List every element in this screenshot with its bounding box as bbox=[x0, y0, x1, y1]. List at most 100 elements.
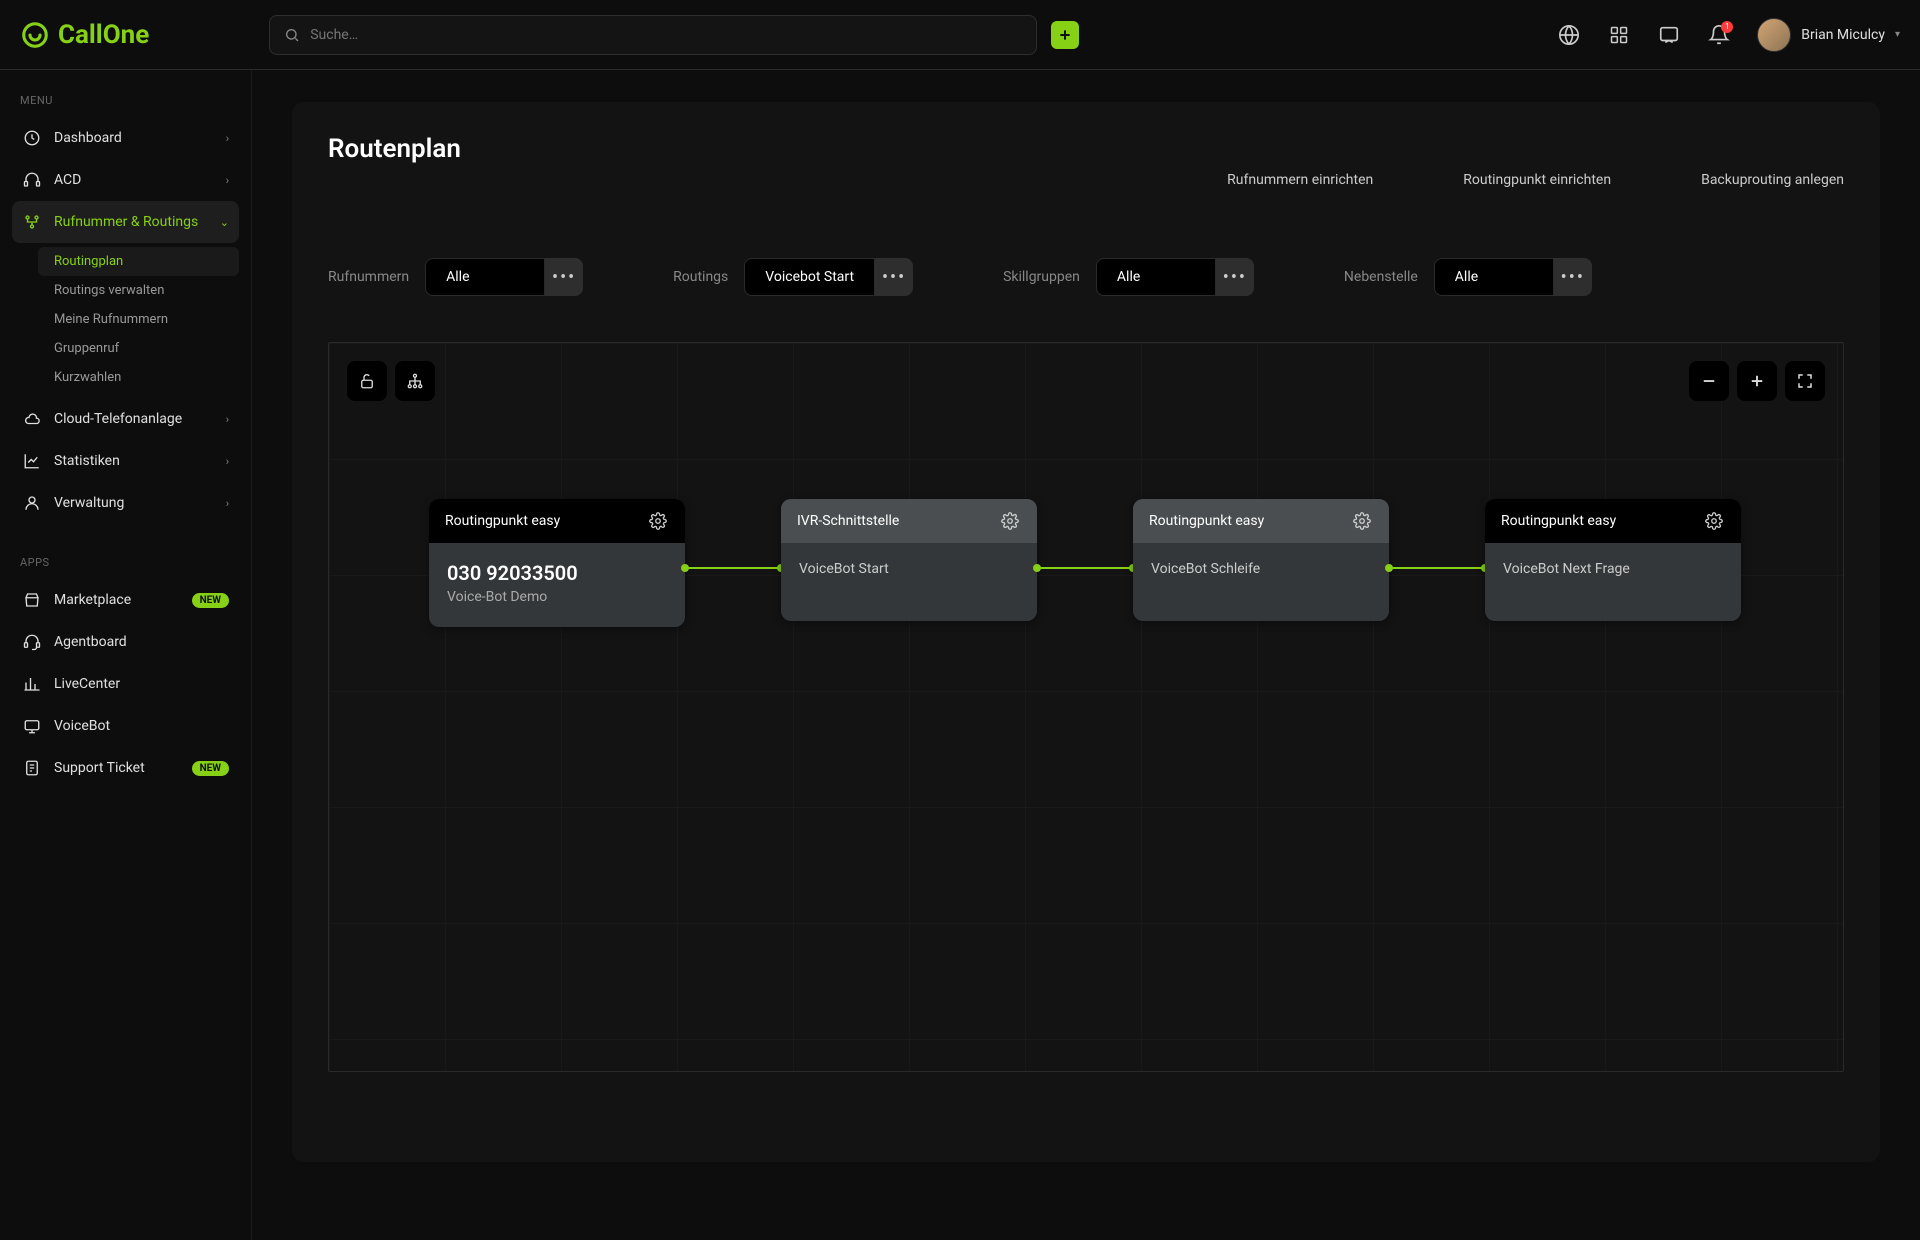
subnav-gruppenruf[interactable]: Gruppenruf bbox=[38, 334, 239, 363]
brand-logo[interactable]: CallOne bbox=[20, 20, 149, 50]
node-title: IVR-Schnittstelle bbox=[797, 513, 899, 529]
user-name: Brian Miculcy bbox=[1801, 27, 1885, 43]
sidebar-item-label: LiveCenter bbox=[54, 676, 120, 692]
sidebar-app-support[interactable]: Support Ticket NEW bbox=[12, 747, 239, 789]
zoom-in-button[interactable] bbox=[1737, 361, 1777, 401]
sidebar-item-label: VoiceBot bbox=[54, 718, 110, 734]
node-phone: 030 92033500 bbox=[447, 561, 667, 585]
sidebar-item-dashboard[interactable]: Dashboard › bbox=[12, 117, 239, 159]
store-icon bbox=[22, 590, 42, 610]
chat-icon[interactable] bbox=[1657, 23, 1681, 47]
zoom-out-button[interactable] bbox=[1689, 361, 1729, 401]
subnav-routingplan[interactable]: Routingplan bbox=[38, 247, 239, 276]
node-text: VoiceBot Next Frage bbox=[1503, 561, 1723, 577]
filter-label: Rufnummern bbox=[328, 269, 409, 285]
search-box[interactable] bbox=[269, 15, 1037, 55]
gear-icon[interactable] bbox=[1703, 510, 1725, 532]
sidebar-app-marketplace[interactable]: Marketplace NEW bbox=[12, 579, 239, 621]
notifications-icon[interactable]: 1 bbox=[1707, 23, 1731, 47]
filter-select-0[interactable]: Alle bbox=[425, 258, 545, 296]
fullscreen-button[interactable] bbox=[1785, 361, 1825, 401]
sidebar-item-label: Verwaltung bbox=[54, 495, 124, 511]
bars-icon bbox=[22, 674, 42, 694]
apps-icon[interactable] bbox=[1607, 23, 1631, 47]
sidebar: MENU Dashboard › ACD › Rufnummer & Routi… bbox=[0, 70, 252, 1240]
new-badge: NEW bbox=[192, 593, 229, 608]
subnav-routings-verwalten[interactable]: Routings verwalten bbox=[38, 276, 239, 305]
sidebar-item-label: Dashboard bbox=[54, 130, 122, 146]
sidebar-app-agentboard[interactable]: Agentboard bbox=[12, 621, 239, 663]
dashboard-icon bbox=[22, 128, 42, 148]
gear-icon[interactable] bbox=[647, 510, 669, 532]
chevron-right-icon: › bbox=[226, 413, 229, 426]
headset-icon bbox=[22, 170, 42, 190]
node-text: VoiceBot Schleife bbox=[1151, 561, 1371, 577]
action-backuprouting-anlegen[interactable]: Backuprouting anlegen bbox=[1701, 172, 1844, 188]
filter-more-0[interactable]: ••• bbox=[545, 258, 583, 296]
globe-icon[interactable] bbox=[1557, 23, 1581, 47]
connector bbox=[1389, 567, 1485, 569]
action-routingpunkt-einrichten[interactable]: Routingpunkt einrichten bbox=[1463, 172, 1611, 188]
subnav-kurzwahlen[interactable]: Kurzwahlen bbox=[38, 363, 239, 392]
action-rufnummern-einrichten[interactable]: Rufnummern einrichten bbox=[1227, 172, 1373, 188]
filter-select-1[interactable]: Voicebot Start bbox=[744, 258, 875, 296]
page-title: Routenplan bbox=[328, 134, 461, 164]
filter-more-3[interactable]: ••• bbox=[1554, 258, 1592, 296]
sidebar-item-label: Statistiken bbox=[54, 453, 120, 469]
subnav-meine-rufnummern[interactable]: Meine Rufnummern bbox=[38, 305, 239, 334]
routing-node[interactable]: IVR-Schnittstelle VoiceBot Start bbox=[781, 499, 1037, 621]
routing-node[interactable]: Routingpunkt easy VoiceBot Next Frage bbox=[1485, 499, 1741, 621]
connector bbox=[685, 567, 781, 569]
sidebar-item-cloud[interactable]: Cloud-Telefonanlage › bbox=[12, 398, 239, 440]
node-title: Routingpunkt easy bbox=[1501, 513, 1616, 529]
notification-badge: 1 bbox=[1721, 21, 1733, 33]
section-label-apps: APPS bbox=[12, 550, 239, 579]
chart-icon bbox=[22, 451, 42, 471]
routing-node[interactable]: Routingpunkt easy VoiceBot Schleife bbox=[1133, 499, 1389, 621]
user-menu[interactable]: Brian Miculcy ▾ bbox=[1757, 18, 1900, 52]
filter-label: Nebenstelle bbox=[1344, 269, 1418, 285]
sidebar-item-routings[interactable]: Rufnummer & Routings ⌄ bbox=[12, 201, 239, 243]
filter-select-2[interactable]: Alle bbox=[1096, 258, 1216, 296]
node-title: Routingpunkt easy bbox=[1149, 513, 1264, 529]
agent-icon bbox=[22, 632, 42, 652]
filter-label: Routings bbox=[673, 269, 728, 285]
chevron-right-icon: › bbox=[226, 132, 229, 145]
filter-select-3[interactable]: Alle bbox=[1434, 258, 1554, 296]
section-label-menu: MENU bbox=[12, 88, 239, 117]
sidebar-item-label: ACD bbox=[54, 172, 81, 188]
routing-canvas[interactable]: Routingpunkt easy 030 92033500 Voice-Bot… bbox=[328, 342, 1844, 1072]
sidebar-item-label: Support Ticket bbox=[54, 760, 145, 776]
sidebar-item-statistiken[interactable]: Statistiken › bbox=[12, 440, 239, 482]
sidebar-item-label: Rufnummer & Routings bbox=[54, 214, 198, 230]
sidebar-item-acd[interactable]: ACD › bbox=[12, 159, 239, 201]
routing-icon bbox=[22, 212, 42, 232]
cloud-icon bbox=[22, 409, 42, 429]
node-title: Routingpunkt easy bbox=[445, 513, 560, 529]
gear-icon[interactable] bbox=[1351, 510, 1373, 532]
sidebar-item-label: Agentboard bbox=[54, 634, 127, 650]
chevron-down-icon: ⌄ bbox=[220, 216, 229, 229]
search-input[interactable] bbox=[310, 27, 1022, 43]
node-text: VoiceBot Start bbox=[799, 561, 1019, 577]
sidebar-item-label: Marketplace bbox=[54, 592, 131, 608]
sidebar-app-voicebot[interactable]: VoiceBot bbox=[12, 705, 239, 747]
ticket-icon bbox=[22, 758, 42, 778]
node-subtitle: Voice-Bot Demo bbox=[447, 589, 667, 605]
add-button[interactable] bbox=[1051, 21, 1079, 49]
plus-icon bbox=[1057, 27, 1073, 43]
routing-node[interactable]: Routingpunkt easy 030 92033500 Voice-Bot… bbox=[429, 499, 685, 627]
sidebar-item-verwaltung[interactable]: Verwaltung › bbox=[12, 482, 239, 524]
filter-more-2[interactable]: ••• bbox=[1216, 258, 1254, 296]
sidebar-app-livecenter[interactable]: LiveCenter bbox=[12, 663, 239, 705]
search-icon bbox=[284, 27, 300, 43]
hierarchy-button[interactable] bbox=[395, 361, 435, 401]
bot-icon bbox=[22, 716, 42, 736]
sidebar-item-label: Cloud-Telefonanlage bbox=[54, 411, 182, 427]
gear-icon[interactable] bbox=[999, 510, 1021, 532]
chevron-right-icon: › bbox=[226, 174, 229, 187]
filter-label: Skillgruppen bbox=[1003, 269, 1080, 285]
unlock-button[interactable] bbox=[347, 361, 387, 401]
new-badge: NEW bbox=[192, 761, 229, 776]
filter-more-1[interactable]: ••• bbox=[875, 258, 913, 296]
